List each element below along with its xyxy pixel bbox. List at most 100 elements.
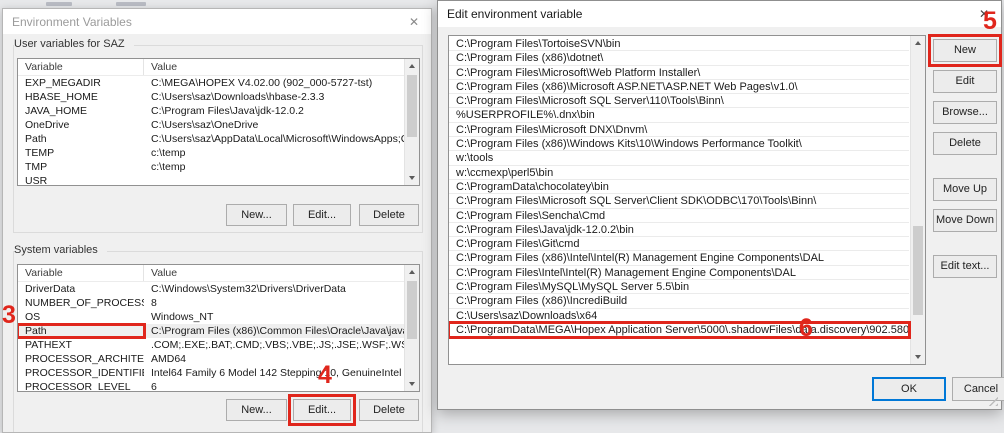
variable-cell: PROCESSOR_IDENTIFIER (18, 367, 144, 379)
variable-cell: OneDrive (18, 119, 144, 131)
path-item[interactable]: C:\ProgramData\MEGA\Hopex Application Se… (449, 323, 909, 337)
table-row[interactable]: TMP c:\temp (18, 160, 419, 174)
path-item[interactable]: C:\Program Files (x86)\dotnet\ (449, 51, 909, 65)
edit-user-variable-button[interactable]: Edit... (293, 204, 351, 226)
scrollbar-thumb[interactable] (407, 75, 417, 137)
user-variables-group: User variables for SAZ Variable Value EX… (13, 45, 423, 233)
scroll-down-icon[interactable] (911, 350, 925, 364)
scrollbar-thumb[interactable] (407, 281, 417, 339)
value-cell: C:\Program Files (x86)\Common Files\Orac… (144, 325, 419, 337)
edit-dialog-title: Edit environment variable (438, 7, 967, 21)
variable-cell: PATHEXT (18, 339, 144, 351)
scroll-up-icon[interactable] (405, 265, 419, 279)
scroll-down-icon[interactable] (405, 377, 419, 391)
variable-cell: EXP_MEGADIR (18, 77, 144, 89)
table-row[interactable]: PROCESSOR_IDENTIFIER Intel64 Family 6 Mo… (18, 366, 419, 380)
table-row[interactable]: OS Windows_NT (18, 310, 419, 324)
path-item[interactable]: C:\Program Files\Intel\Intel(R) Manageme… (449, 266, 909, 280)
scroll-up-icon[interactable] (405, 59, 419, 73)
edit-dialog-titlebar: Edit environment variable ✕ (438, 1, 1001, 27)
path-item[interactable]: C:\Program Files\Microsoft\Web Platform … (449, 66, 909, 80)
path-item[interactable]: C:\Users\saz\Downloads\x64 (449, 309, 909, 323)
new-user-variable-button[interactable]: New... (226, 204, 287, 226)
column-header-value[interactable]: Value (144, 59, 419, 75)
path-item[interactable]: C:\Program Files (x86)\IncrediBuild (449, 294, 909, 308)
scrollbar[interactable] (910, 36, 925, 364)
table-row[interactable]: USR (18, 174, 419, 186)
table-row[interactable]: PROCESSOR_ARCHITECTU... AMD64 (18, 352, 419, 366)
edit-button[interactable]: Edit (933, 70, 997, 93)
path-item[interactable]: C:\Program Files\Microsoft SQL Server\Cl… (449, 194, 909, 208)
path-item[interactable]: C:\Program Files (x86)\Microsoft ASP.NET… (449, 80, 909, 94)
value-cell: Windows_NT (144, 311, 419, 323)
scroll-down-icon[interactable] (405, 171, 419, 185)
new-system-variable-button[interactable]: New... (226, 399, 287, 421)
column-header-variable[interactable]: Variable (18, 265, 144, 281)
variable-cell: DriverData (18, 283, 144, 295)
path-item[interactable]: C:\Program Files\Java\jdk-12.0.2\bin (449, 223, 909, 237)
path-item[interactable]: %USERPROFILE%\.dnx\bin (449, 108, 909, 122)
scroll-up-icon[interactable] (911, 36, 925, 50)
variable-cell: TEMP (18, 147, 144, 159)
table-row[interactable]: TEMP c:\temp (18, 146, 419, 160)
table-row[interactable]: OneDrive C:\Users\saz\OneDrive (18, 118, 419, 132)
edit-text-button[interactable]: Edit text... (933, 255, 997, 278)
path-item[interactable]: C:\Program Files\Microsoft SQL Server\11… (449, 94, 909, 108)
value-cell: C:\Users\saz\OneDrive (144, 119, 419, 131)
background-window-fragment (46, 2, 72, 6)
path-item[interactable]: C:\Program Files (x86)\Windows Kits\10\W… (449, 137, 909, 151)
path-item[interactable]: C:\Program Files\Microsoft DNX\Dnvm\ (449, 123, 909, 137)
column-header-variable[interactable]: Variable (18, 59, 144, 75)
path-item[interactable]: C:\Program Files (x86)\Intel\Intel(R) Ma… (449, 251, 909, 265)
path-item[interactable]: C:\Program Files\Sencha\Cmd (449, 209, 909, 223)
edit-system-variable-button[interactable]: Edit... (293, 399, 351, 421)
system-variables-label: System variables (14, 244, 107, 256)
move-up-button[interactable]: Move Up (933, 178, 997, 201)
path-item[interactable]: C:\Program Files\Git\cmd (449, 237, 909, 251)
path-item[interactable]: w:\tools (449, 151, 909, 165)
scrollbar-thumb[interactable] (913, 226, 923, 315)
variable-cell: USR (18, 175, 144, 186)
variable-cell: PROCESSOR_ARCHITECTU... (18, 353, 144, 365)
table-row[interactable]: NUMBER_OF_PROCESSORS 8 (18, 296, 419, 310)
path-item[interactable]: w:\ccmexp\perl5\bin (449, 166, 909, 180)
variable-cell: TMP (18, 161, 144, 173)
scrollbar[interactable] (404, 265, 419, 391)
background-window-fragment (116, 2, 146, 6)
column-header-value[interactable]: Value (144, 265, 419, 281)
path-item[interactable]: C:\Program Files\MySQL\MySQL Server 5.5\… (449, 280, 909, 294)
table-row[interactable]: PROCESSOR_LEVEL 6 (18, 380, 419, 392)
table-row[interactable]: DriverData C:\Windows\System32\Drivers\D… (18, 282, 419, 296)
user-variables-table: Variable Value EXP_MEGADIR C:\MEGA\HOPEX… (17, 58, 420, 186)
path-list: C:\Program Files\TortoiseSVN\bin C:\Prog… (448, 35, 926, 365)
delete-button[interactable]: Delete (933, 132, 997, 155)
table-row[interactable]: Path C:\Program Files (x86)\Common Files… (18, 324, 419, 338)
move-down-button[interactable]: Move Down (933, 209, 997, 232)
variable-cell: Path (18, 325, 144, 337)
annotation-step-3: 3 (2, 301, 16, 330)
path-item[interactable]: C:\ProgramData\chocolatey\bin (449, 180, 909, 194)
variable-cell: JAVA_HOME (18, 105, 144, 117)
table-row[interactable]: EXP_MEGADIR C:\MEGA\HOPEX V4.02.00 (902_… (18, 76, 419, 90)
system-variables-group: System variables Variable Value DriverDa… (13, 251, 423, 433)
table-row[interactable]: PATHEXT .COM;.EXE;.BAT;.CMD;.VBS;.VBE;.J… (18, 338, 419, 352)
delete-user-variable-button[interactable]: Delete (359, 204, 419, 226)
path-item[interactable]: C:\Program Files\TortoiseSVN\bin (449, 37, 909, 51)
browse-button[interactable]: Browse... (933, 101, 997, 124)
env-dialog-titlebar: Environment Variables ✕ (3, 9, 431, 34)
scrollbar[interactable] (404, 59, 419, 185)
new-button[interactable]: New (933, 39, 997, 62)
variable-cell: NUMBER_OF_PROCESSORS (18, 297, 144, 309)
close-icon[interactable]: ✕ (397, 15, 431, 29)
ok-button[interactable]: OK (872, 377, 946, 401)
table-row[interactable]: Path C:\Users\saz\AppData\Local\Microsof… (18, 132, 419, 146)
table-header: Variable Value (18, 59, 419, 76)
value-cell: 8 (144, 297, 419, 309)
variable-cell: OS (18, 311, 144, 323)
table-row[interactable]: HBASE_HOME C:\Users\saz\Downloads\hbase-… (18, 90, 419, 104)
edit-environment-variable-dialog: Edit environment variable ✕ C:\Program F… (437, 0, 1002, 410)
delete-system-variable-button[interactable]: Delete (359, 399, 419, 421)
environment-variables-dialog: Environment Variables ✕ User variables f… (2, 8, 432, 433)
value-cell: C:\Users\saz\AppData\Local\Microsoft\Win… (144, 133, 419, 145)
table-row[interactable]: JAVA_HOME C:\Program Files\Java\jdk-12.0… (18, 104, 419, 118)
